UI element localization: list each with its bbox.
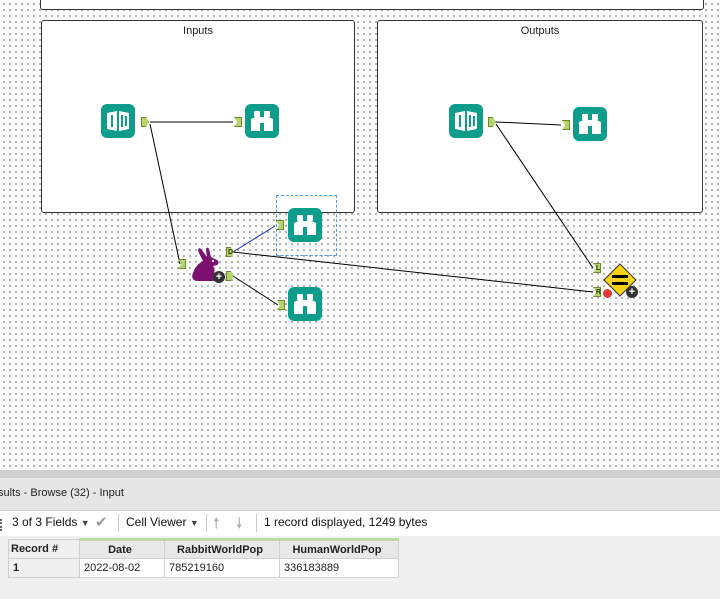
input-data-tool[interactable] bbox=[101, 104, 135, 138]
fields-dropdown[interactable]: 3 of 3 Fields ▼ bbox=[12, 515, 90, 529]
inputs-container-title: Inputs bbox=[183, 25, 213, 37]
browse-tool-selected[interactable] bbox=[288, 208, 322, 242]
top-container[interactable] bbox=[40, 0, 704, 10]
toolbar-separator bbox=[256, 514, 257, 532]
arrow-down-icon[interactable]: 🠗 bbox=[236, 513, 242, 538]
record-info: 1 record displayed, 1249 bytes bbox=[264, 515, 428, 529]
python-tool[interactable]: + bbox=[187, 245, 227, 285]
cell-humanworldpop[interactable]: 336183889 bbox=[279, 558, 399, 578]
output-anchor[interactable] bbox=[226, 271, 234, 281]
binoculars-icon bbox=[294, 215, 316, 235]
fields-dropdown-label: 3 of 3 Fields bbox=[12, 515, 78, 529]
open-book-icon bbox=[455, 111, 477, 131]
results-toolbar: 3 of 3 Fields ▼ ✔ Cell Viewer ▼ 🠕 🠗 1 re… bbox=[0, 511, 720, 536]
chevron-down-icon: ▼ bbox=[189, 518, 199, 528]
test-tool[interactable]: + bbox=[602, 262, 638, 299]
inputs-container[interactable]: Inputs bbox=[41, 20, 355, 213]
checkmark-icon[interactable]: ✔ bbox=[95, 513, 108, 531]
workflow-canvas[interactable]: Inputs Outputs + D L R + bbox=[0, 0, 720, 470]
toolbar-separator bbox=[118, 514, 119, 532]
toolbar-separator bbox=[206, 514, 207, 532]
add-connection-icon[interactable]: + bbox=[213, 271, 225, 283]
input-anchor-l[interactable]: L bbox=[593, 263, 601, 273]
anchor-label-l: L bbox=[596, 265, 601, 272]
output-anchor-d[interactable]: D bbox=[226, 247, 234, 257]
binoculars-icon bbox=[251, 111, 273, 131]
results-header: sults - Browse (32) - Input bbox=[0, 478, 720, 511]
cell-viewer-dropdown[interactable]: Cell Viewer ▼ bbox=[126, 515, 199, 529]
arrow-up-icon[interactable]: 🠕 bbox=[213, 513, 219, 538]
drag-handle-icon bbox=[0, 519, 5, 531]
outputs-container-title: Outputs bbox=[520, 25, 560, 37]
browse-tool[interactable] bbox=[288, 287, 322, 321]
chevron-down-icon: ▼ bbox=[80, 518, 90, 528]
pane-divider[interactable] bbox=[0, 470, 720, 478]
results-table: Record # Date RabbitWorldPop HumanWorldP… bbox=[8, 538, 399, 578]
wire-python-browse4 bbox=[232, 275, 279, 306]
column-header-date[interactable]: Date bbox=[79, 538, 165, 559]
error-icon bbox=[602, 288, 613, 299]
input-anchor[interactable] bbox=[178, 259, 186, 269]
binoculars-icon bbox=[579, 114, 601, 134]
wire-python-test bbox=[232, 251, 594, 293]
column-header-rabbitworldpop[interactable]: RabbitWorldPop bbox=[164, 538, 280, 559]
cell-record[interactable]: 1 bbox=[8, 558, 80, 578]
wire-python-browse-selected bbox=[232, 225, 276, 253]
binoculars-icon bbox=[294, 294, 316, 314]
cell-viewer-label: Cell Viewer bbox=[126, 515, 187, 529]
outputs-container[interactable]: Outputs bbox=[377, 20, 703, 213]
results-title: sults - Browse (32) - Input bbox=[0, 487, 124, 499]
results-grid-area: Record # Date RabbitWorldPop HumanWorldP… bbox=[0, 536, 720, 599]
add-connection-icon[interactable]: + bbox=[626, 286, 638, 298]
input-data-tool[interactable] bbox=[449, 104, 483, 138]
anchor-label-d: D bbox=[228, 249, 234, 256]
anchor-label-r: R bbox=[596, 289, 602, 296]
input-anchor-r[interactable]: R bbox=[593, 287, 601, 297]
cell-rabbitworldpop[interactable]: 785219160 bbox=[164, 558, 280, 578]
browse-tool[interactable] bbox=[245, 104, 279, 138]
cell-date[interactable]: 2022-08-02 bbox=[79, 558, 165, 578]
column-header-record[interactable]: Record # bbox=[8, 539, 80, 559]
browse-tool[interactable] bbox=[573, 107, 607, 141]
input-anchor[interactable] bbox=[277, 300, 285, 310]
column-header-humanworldpop[interactable]: HumanWorldPop bbox=[279, 538, 399, 559]
table-row[interactable]: 1 2022-08-02 785219160 336183889 bbox=[8, 558, 399, 578]
open-book-icon bbox=[107, 111, 129, 131]
